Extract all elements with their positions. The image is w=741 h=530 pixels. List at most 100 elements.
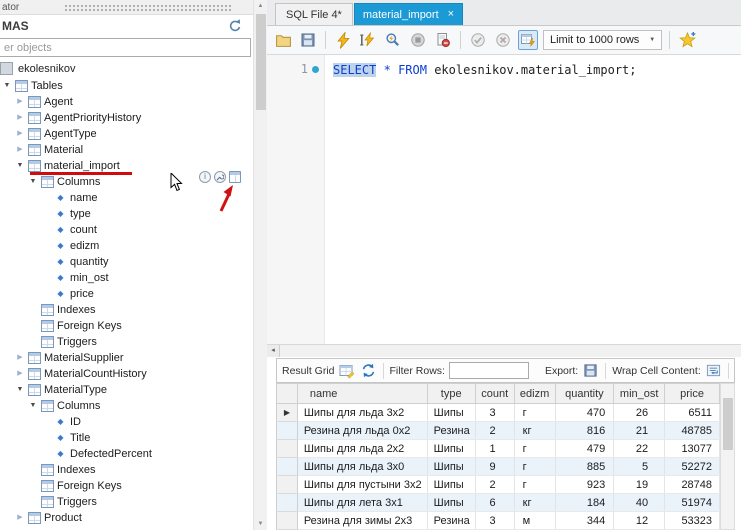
row-selector-header[interactable] bbox=[277, 384, 298, 404]
cell-price[interactable]: 52272 bbox=[665, 458, 720, 476]
collapse-arrow-icon[interactable]: ▼ bbox=[15, 158, 25, 174]
cell-quantity[interactable]: 470 bbox=[555, 404, 614, 422]
editor-hscrollbar[interactable]: ◂ bbox=[267, 344, 741, 357]
refresh-results-icon[interactable] bbox=[360, 362, 377, 379]
table-inspector-icon[interactable] bbox=[229, 171, 241, 183]
cell-type[interactable]: Шипы bbox=[427, 404, 475, 422]
column-header-price[interactable]: price bbox=[665, 384, 720, 404]
cell-min_ost[interactable]: 19 bbox=[614, 476, 665, 494]
cell-type[interactable]: Шипы bbox=[427, 458, 475, 476]
tree-item-edizm[interactable]: ◆edizm bbox=[0, 238, 253, 254]
expand-arrow-icon[interactable]: ▶ bbox=[15, 142, 25, 158]
cell-count[interactable]: 6 bbox=[475, 494, 514, 512]
cell-quantity[interactable]: 184 bbox=[555, 494, 614, 512]
cell-edizm[interactable]: кг bbox=[514, 494, 555, 512]
collapse-arrow-icon[interactable]: ▼ bbox=[28, 398, 38, 414]
filter-rows-input[interactable] bbox=[449, 362, 529, 379]
expand-arrow-icon[interactable]: ▶ bbox=[15, 126, 25, 142]
tree-item-quantity[interactable]: ◆quantity bbox=[0, 254, 253, 270]
sql-code-line[interactable]: SELECT * FROM ekolesnikov.material_impor… bbox=[333, 62, 637, 78]
cell-price[interactable]: 53323 bbox=[665, 512, 720, 530]
scroll-left-icon[interactable]: ◂ bbox=[267, 345, 280, 357]
cell-count[interactable]: 3 bbox=[475, 512, 514, 530]
rollback-icon[interactable] bbox=[493, 30, 513, 50]
cell-count[interactable]: 2 bbox=[475, 422, 514, 440]
cell-name[interactable]: Шипы для пустыни 3x2 bbox=[297, 476, 427, 494]
cell-type[interactable]: Резина bbox=[427, 422, 475, 440]
cell-edizm[interactable]: кг bbox=[514, 422, 555, 440]
new-snippet-icon[interactable] bbox=[677, 30, 697, 50]
open-file-icon[interactable] bbox=[273, 30, 293, 50]
scroll-down-icon[interactable]: ▼ bbox=[254, 518, 267, 530]
cell-count[interactable]: 1 bbox=[475, 440, 514, 458]
row-selector[interactable] bbox=[277, 422, 298, 440]
cell-type[interactable]: Шипы bbox=[427, 476, 475, 494]
expand-arrow-icon[interactable]: ▶ bbox=[15, 110, 25, 126]
tree-item-triggers[interactable]: Triggers bbox=[0, 494, 253, 510]
execute-icon[interactable] bbox=[333, 30, 353, 50]
sidebar-scrollbar[interactable]: ▲ ▼ bbox=[253, 0, 267, 530]
cell-min_ost[interactable]: 26 bbox=[614, 404, 665, 422]
tree-item-title[interactable]: ◆Title bbox=[0, 430, 253, 446]
scrollbar-thumb[interactable] bbox=[256, 14, 266, 110]
refresh-schemas-icon[interactable] bbox=[227, 18, 243, 34]
row-selector[interactable] bbox=[277, 440, 298, 458]
tree-item-defectedpercent[interactable]: ◆DefectedPercent bbox=[0, 446, 253, 462]
cell-count[interactable]: 3 bbox=[475, 404, 514, 422]
commit-icon[interactable] bbox=[468, 30, 488, 50]
tree-item-triggers[interactable]: Triggers bbox=[0, 334, 253, 350]
limit-rows-dropdown[interactable]: Limit to 1000 rows ▼ bbox=[543, 30, 662, 50]
cell-quantity[interactable]: 344 bbox=[555, 512, 614, 530]
cell-quantity[interactable]: 479 bbox=[555, 440, 614, 458]
tab-close-icon[interactable]: × bbox=[448, 9, 454, 20]
column-header-min_ost[interactable]: min_ost bbox=[614, 384, 665, 404]
filter-objects-input[interactable] bbox=[0, 38, 251, 57]
export-icon[interactable] bbox=[582, 362, 599, 379]
tree-item-price[interactable]: ◆price bbox=[0, 286, 253, 302]
expand-arrow-icon[interactable]: ▶ bbox=[15, 366, 25, 382]
expand-arrow-icon[interactable]: ▶ bbox=[15, 94, 25, 110]
column-header-type[interactable]: type bbox=[427, 384, 475, 404]
cell-min_ost[interactable]: 12 bbox=[614, 512, 665, 530]
tree-item-materialsupplier[interactable]: ▶MaterialSupplier bbox=[0, 350, 253, 366]
grid-edit-icon[interactable] bbox=[339, 362, 356, 379]
panel-grip[interactable] bbox=[64, 4, 232, 12]
column-header-edizm[interactable]: edizm bbox=[514, 384, 555, 404]
row-selector[interactable] bbox=[277, 458, 298, 476]
tree-item-id[interactable]: ◆ID bbox=[0, 414, 253, 430]
tree-item-materialcounthistory[interactable]: ▶MaterialCountHistory bbox=[0, 366, 253, 382]
tree-item-material[interactable]: ▶Material bbox=[0, 142, 253, 158]
cell-price[interactable]: 48785 bbox=[665, 422, 720, 440]
cell-type[interactable]: Резина bbox=[427, 512, 475, 530]
cell-count[interactable]: 9 bbox=[475, 458, 514, 476]
cell-price[interactable]: 6511 bbox=[665, 404, 720, 422]
row-selector[interactable] bbox=[277, 476, 298, 494]
cell-quantity[interactable]: 885 bbox=[555, 458, 614, 476]
stop-icon[interactable] bbox=[408, 30, 428, 50]
cell-min_ost[interactable]: 5 bbox=[614, 458, 665, 476]
cell-edizm[interactable]: г bbox=[514, 440, 555, 458]
tree-item-product[interactable]: ▶Product bbox=[0, 510, 253, 526]
cell-price[interactable]: 13077 bbox=[665, 440, 720, 458]
cell-min_ost[interactable]: 40 bbox=[614, 494, 665, 512]
collapse-arrow-icon[interactable]: ▼ bbox=[15, 382, 25, 398]
expand-arrow-icon[interactable]: ▶ bbox=[15, 350, 25, 366]
row-selector[interactable] bbox=[277, 494, 298, 512]
tree-item-agentpriorityhistory[interactable]: ▶AgentPriorityHistory bbox=[0, 110, 253, 126]
collapse-arrow-icon[interactable]: ▼ bbox=[28, 174, 38, 190]
save-icon[interactable] bbox=[298, 30, 318, 50]
toggle-autocommit-icon[interactable] bbox=[518, 30, 538, 50]
sql-editor[interactable]: 1 SELECT * FROM ekolesnikov.material_imp… bbox=[267, 55, 741, 344]
tree-item-indexes[interactable]: Indexes bbox=[0, 462, 253, 478]
tree-item-indexes[interactable]: Indexes bbox=[0, 302, 253, 318]
cell-edizm[interactable]: г bbox=[514, 476, 555, 494]
cell-min_ost[interactable]: 21 bbox=[614, 422, 665, 440]
cell-price[interactable]: 51974 bbox=[665, 494, 720, 512]
column-header-quantity[interactable]: quantity bbox=[555, 384, 614, 404]
tree-item-materialtype[interactable]: ▼MaterialType bbox=[0, 382, 253, 398]
info-icon[interactable]: i bbox=[199, 171, 211, 183]
collapse-arrow-icon[interactable]: ▼ bbox=[2, 78, 12, 94]
settings-icon[interactable] bbox=[214, 171, 226, 183]
cell-name[interactable]: Резина для зимы 2x3 bbox=[297, 512, 427, 530]
cell-type[interactable]: Шипы bbox=[427, 494, 475, 512]
